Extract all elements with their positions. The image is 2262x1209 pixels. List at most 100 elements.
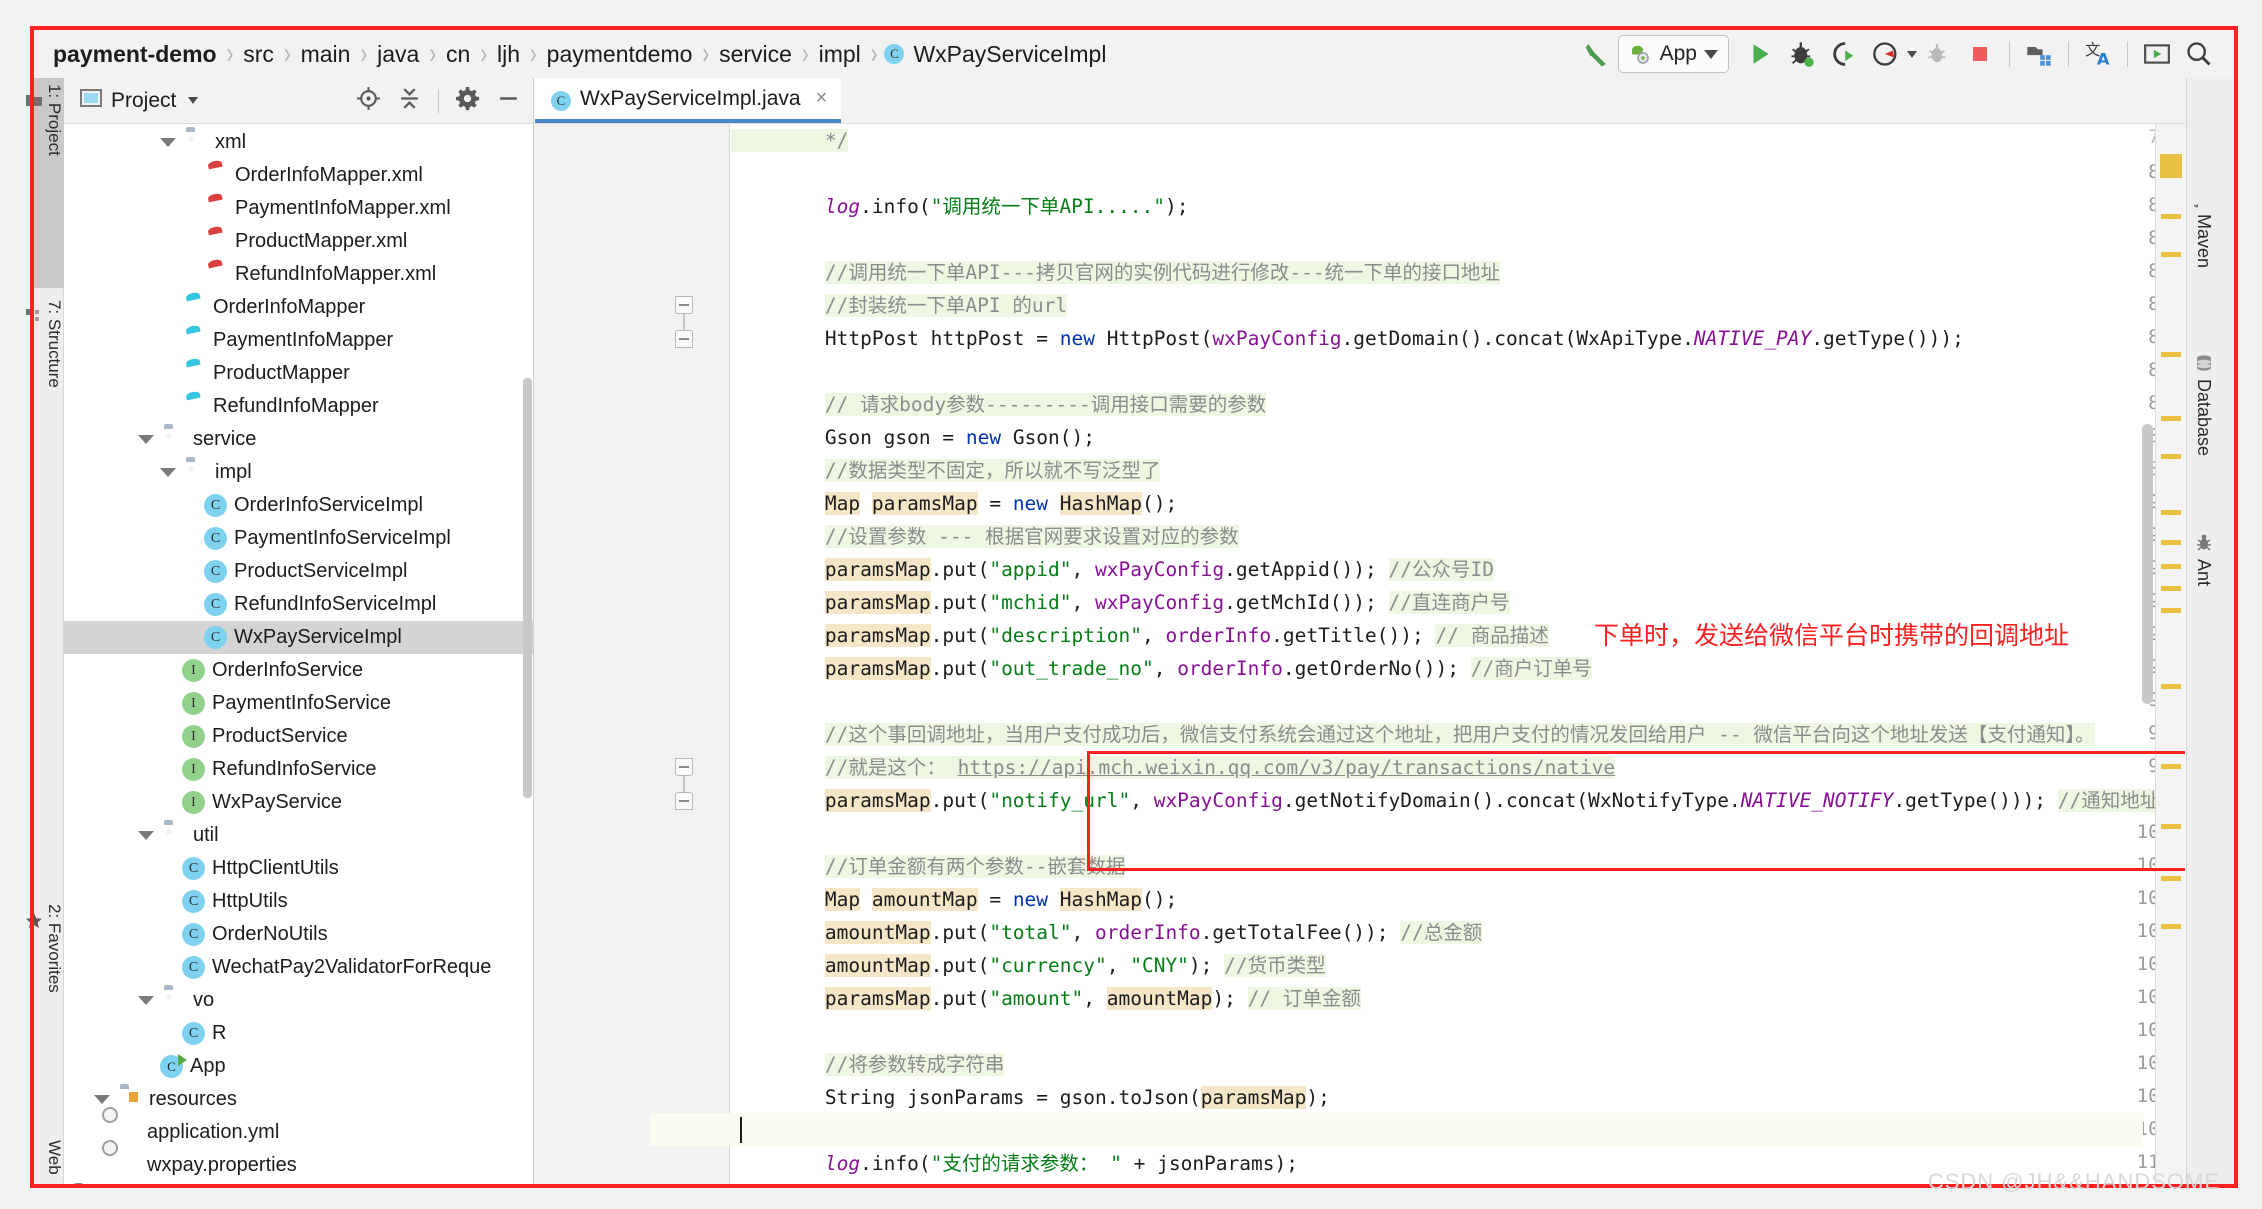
tree-node-wxpayservice[interactable]: I WxPayService [64,786,533,819]
collapse-all-icon[interactable] [397,86,422,116]
tree-node-xml[interactable]: xml [64,126,533,159]
stripe-marker [2160,154,2182,178]
code-fold-icon[interactable] [675,330,693,348]
tree-node-paymentinfoservice[interactable]: I PaymentInfoService [64,687,533,720]
run-with-coverage-icon[interactable] [1823,35,1865,73]
gear-icon[interactable] [455,86,480,116]
breadcrumb-item-paymentdemo[interactable]: paymentdemo [544,41,696,68]
sidebar-item-structure[interactable]: 7: Structure [26,294,64,544]
chevron-down-icon[interactable] [1704,49,1718,59]
breadcrumb-item-cn[interactable]: cn [443,41,473,68]
tree-node-impl[interactable]: impl [64,456,533,489]
tree-node-httputils[interactable]: C HttpUtils [64,885,533,918]
tree-node-paymentinfomapper[interactable]: PaymentInfoMapper [64,324,533,357]
attach-debugger-icon[interactable] [1917,35,1959,73]
hammer-icon[interactable] [1576,35,1618,73]
chevron-down-icon[interactable] [1907,50,1917,58]
breadcrumb-separator: › [283,36,291,70]
breadcrumb-item-main[interactable]: main [298,41,354,68]
code-editor[interactable]: 79 */ 8081828384858687888990919293949596… [535,124,2185,1184]
expand-arrow-icon[interactable] [138,435,154,444]
tree-node-refundinfomapper-xml[interactable]: RefundInfoMapper.xml [64,258,533,291]
editor-tab-wxpayserviceimpl[interactable]: C WxPayServiceImpl.java × [535,78,842,123]
search-everywhere-icon[interactable] [2178,35,2220,73]
tree-node-ordernoutils[interactable]: C OrderNoUtils [64,918,533,951]
tree-node-app[interactable]: C App [64,1050,533,1083]
tree-node-orderinfoservice[interactable]: I OrderInfoService [64,654,533,687]
project-tree[interactable]: xml OrderInfoMapper.xml PaymentInfoMapper.… [64,124,533,1184]
tree-node-orderinfomapper[interactable]: OrderInfoMapper [64,291,533,324]
sidebar-item-database[interactable]: Database [2193,353,2214,456]
code-fold-icon[interactable] [675,792,693,810]
stripe-marker [2161,824,2181,829]
sidebar-item-maven[interactable]: m Maven [2186,188,2214,268]
class-icon: C [182,923,205,946]
tree-node-wechatpay2validatorforreque[interactable]: C WechatPay2ValidatorForReque [64,951,533,984]
tree-node-service[interactable]: service [64,423,533,456]
close-icon[interactable]: × [816,87,828,110]
expand-arrow-icon[interactable] [138,996,154,1005]
tree-node-httpclientutils[interactable]: C HttpClientUtils [64,852,533,885]
sidebar-item-favorites[interactable]: 2: Favorites [26,898,64,1128]
chevron-down-icon[interactable] [188,97,199,104]
breadcrumb-item-impl[interactable]: impl [816,41,864,68]
project-structure-icon[interactable] [2018,35,2060,73]
tree-node-wxpayserviceimpl[interactable]: C WxPayServiceImpl [64,621,533,654]
breadcrumb-item-project[interactable]: payment-demo [50,41,220,68]
breadcrumb-item-class[interactable]: WxPayServiceImpl [910,41,1109,68]
translate-icon[interactable]: 文 A [2077,35,2119,73]
sidebar-item-project[interactable]: 1: Project [26,78,64,288]
tree-node-paymentinfomapper-xml[interactable]: PaymentInfoMapper.xml [64,192,533,225]
debug-icon[interactable] [1781,35,1823,73]
tree-node-productserviceimpl[interactable]: C ProductServiceImpl [64,555,533,588]
run-icon[interactable] [1739,35,1781,73]
profiler-icon[interactable] [1865,35,1907,73]
stripe-marker [2161,764,2181,769]
run-configuration-selector[interactable]: App [1617,35,1729,73]
breadcrumb-item-service[interactable]: service [716,41,795,68]
sidebar-item-ant[interactable]: Ant [2193,533,2214,586]
breadcrumb-item-ljh[interactable]: ljh [494,41,523,68]
editor-scrollbar[interactable] [2142,424,2153,704]
tree-node-orderinfomapper-xml[interactable]: OrderInfoMapper.xml [64,159,533,192]
stop-icon[interactable] [1959,35,2001,73]
error-stripe-marker-bar[interactable] [2155,124,2185,1184]
expand-arrow-icon[interactable] [138,831,154,840]
tree-node-wxpay-properties[interactable]: wxpay.properties [64,1149,533,1182]
code-fold-icon[interactable] [675,296,693,314]
breadcrumb-item-src[interactable]: src [240,41,277,68]
expand-arrow-icon[interactable] [94,1095,110,1104]
breadcrumb[interactable]: payment-demo › src › main › java › cn › … [34,37,1109,70]
mybatis-icon [182,395,206,419]
tree-node-refundinfomapper[interactable]: RefundInfoMapper [64,390,533,423]
breadcrumb-item-java[interactable]: java [374,41,422,68]
code-lines: log.info("调用统一下单API....."); //调用统一下单API-… [731,124,2185,1184]
tree-node-application-yml[interactable]: application.yml [64,1116,533,1149]
locate-icon[interactable] [356,86,381,116]
tree-node-productmapper-xml[interactable]: ProductMapper.xml [64,225,533,258]
tree-node-vo[interactable]: vo [64,984,533,1017]
presentation-icon[interactable] [2136,35,2178,73]
expand-arrow-icon[interactable] [160,138,176,147]
tree-node-refundinfoservice[interactable]: I RefundInfoService [64,753,533,786]
tree-node-orderinfoserviceimpl[interactable]: C OrderInfoServiceImpl [64,489,533,522]
tree-node-util[interactable]: util [64,819,533,852]
tree-node-label: ProductMapper.xml [235,230,408,252]
project-scrollbar[interactable] [523,378,532,798]
tree-node-resources[interactable]: resources [64,1083,533,1116]
tree-node-productmapper[interactable]: ProductMapper [64,357,533,390]
expand-arrow-icon[interactable] [160,468,176,477]
breadcrumb-separator: › [360,36,368,70]
tree-node-r[interactable]: CR [64,1017,533,1050]
folder-icon [162,824,186,848]
code-fold-icon[interactable] [675,758,693,776]
tree-node-productservice[interactable]: I ProductService [64,720,533,753]
tree-node-refundinfoserviceimpl[interactable]: C RefundInfoServiceImpl [64,588,533,621]
ide-window: payment-demo › src › main › java › cn › … [0,0,2262,1209]
tree-node-test[interactable]: test [64,1182,533,1184]
hide-icon[interactable] [496,86,521,116]
code-line-103: amountMap.put("total", orderInfo.getTota… [824,921,1483,944]
tree-node-label: RefundInfoService [212,758,377,780]
tree-node-paymentinfoserviceimpl[interactable]: C PaymentInfoServiceImpl [64,522,533,555]
sidebar-item-web[interactable]: Web [34,1134,64,1209]
